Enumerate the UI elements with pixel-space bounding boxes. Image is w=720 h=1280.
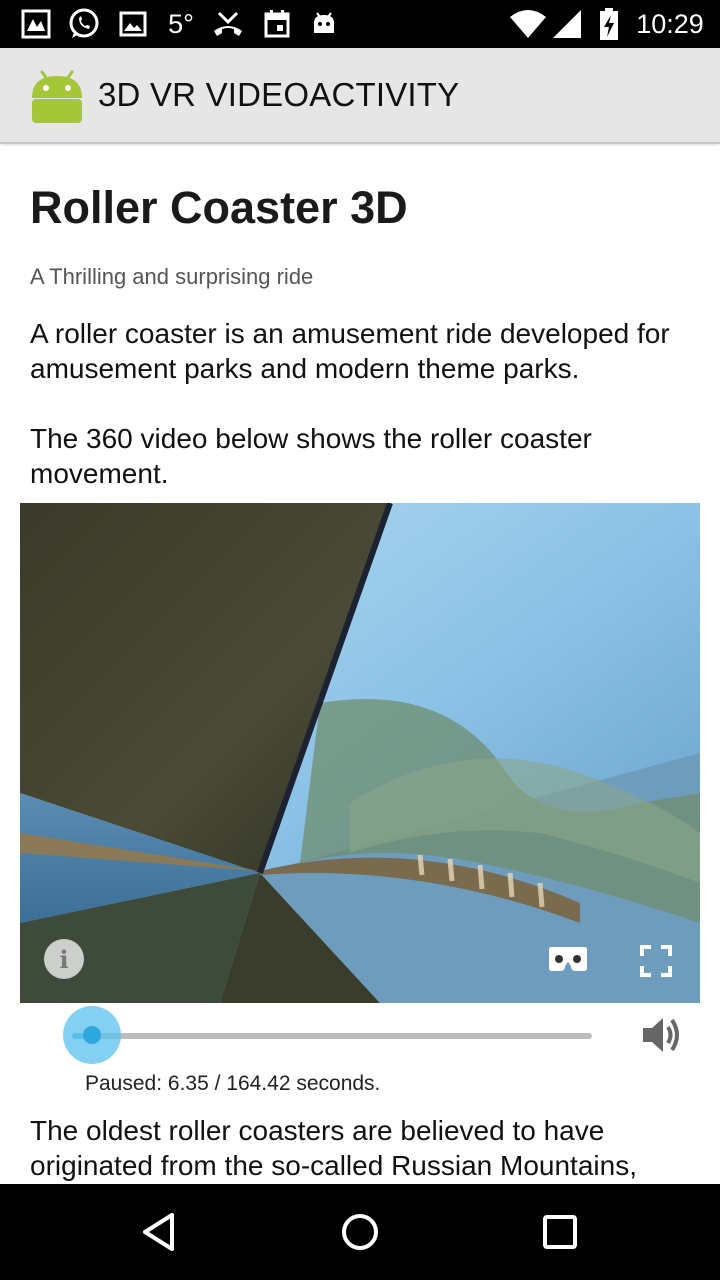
signal-icon [550, 0, 584, 48]
app-title: 3D VR VIDEOACTIVITY [98, 76, 460, 113]
action-bar: 3D VR VIDEOACTIVITY [0, 48, 720, 144]
navigation-bar [0, 1184, 720, 1280]
page-title: Roller Coaster 3D [30, 182, 408, 233]
cardboard-vr-icon[interactable] [548, 943, 588, 975]
article-content[interactable]: Roller Coaster 3D A Thrilling and surpri… [0, 146, 720, 1184]
article-paragraph-2: The 360 video below shows the roller coa… [30, 423, 592, 489]
wifi-icon [508, 0, 548, 48]
status-bar: 5° 10:29 [0, 0, 720, 48]
vr-video-view[interactable]: i [20, 503, 700, 1003]
temperature-text: 5° [168, 8, 194, 39]
video-frame [20, 503, 700, 1003]
seek-thumb[interactable] [83, 1026, 102, 1044]
page-subtitle: A Thrilling and surprising ride [30, 264, 314, 289]
android-debug-icon [310, 0, 338, 48]
seek-bar[interactable] [72, 1033, 592, 1039]
article-paragraph-1: A roller coaster is an amusement ride de… [30, 318, 670, 384]
article-paragraph-3: The oldest roller coasters are believed … [30, 1115, 637, 1181]
gallery-icon [118, 0, 148, 48]
fullscreen-icon[interactable] [638, 943, 674, 979]
clock-text: 10:29 [636, 8, 704, 39]
volume-icon[interactable] [640, 1012, 686, 1058]
calendar-icon [262, 0, 292, 48]
info-button[interactable]: i [44, 939, 84, 979]
back-icon[interactable] [136, 1208, 184, 1256]
home-icon[interactable] [336, 1208, 384, 1256]
notification-icon [20, 0, 52, 48]
android-logo-icon [28, 68, 86, 126]
whatsapp-icon [66, 0, 102, 48]
battery-charging-icon [596, 0, 622, 48]
missed-call-icon [210, 0, 246, 48]
recent-apps-icon[interactable] [536, 1208, 584, 1256]
playback-status: Paused: 6.35 / 164.42 seconds. [85, 1072, 381, 1095]
